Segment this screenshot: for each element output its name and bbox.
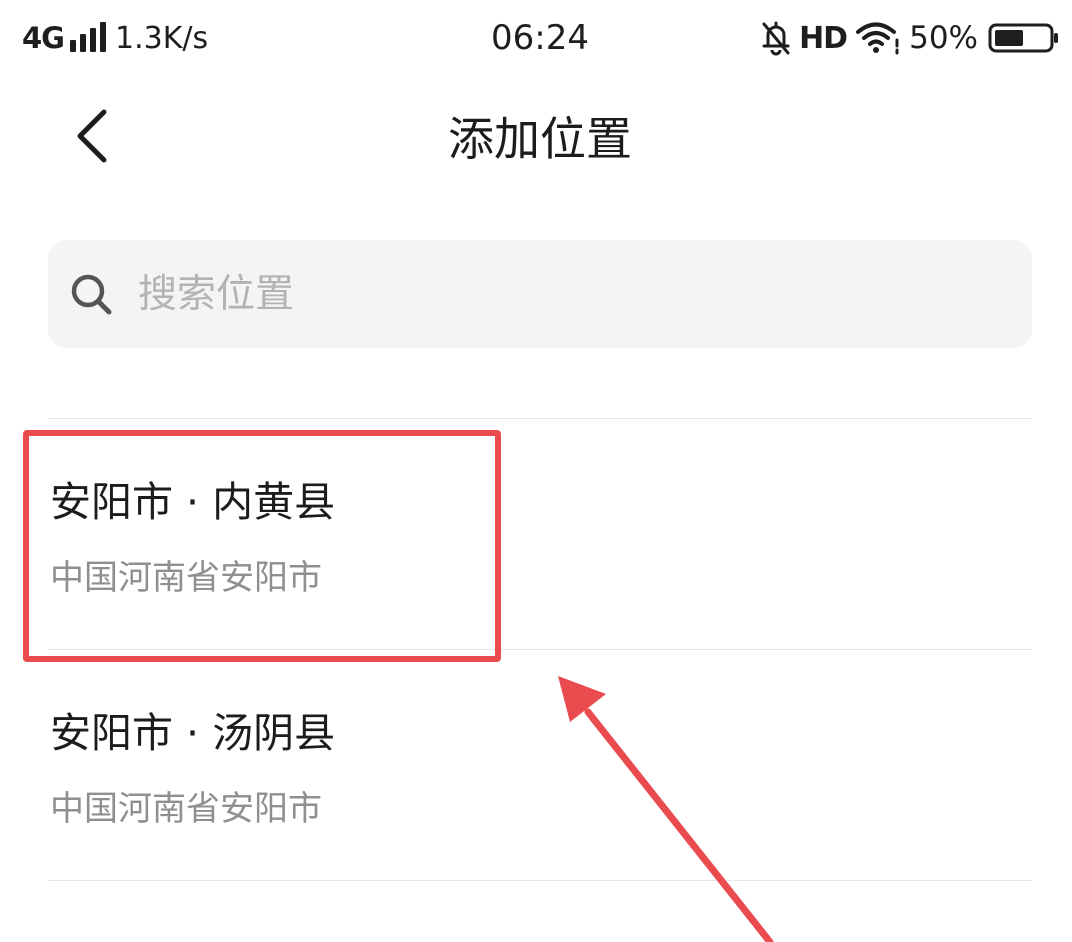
battery-icon (988, 22, 1060, 54)
divider (48, 880, 1032, 881)
search-bar[interactable] (48, 240, 1032, 348)
location-item[interactable]: 安阳市 · 汤阴县 中国河南省安阳市 (48, 650, 1032, 880)
search-input[interactable] (136, 263, 1000, 325)
status-right: HD 50% (759, 18, 1060, 58)
header: 添加位置 (0, 92, 1072, 188)
location-address: 中国河南省安阳市 (50, 789, 322, 829)
location-name: 安阳市 · 汤阴县 (50, 709, 336, 757)
location-address: 中国河南省安阳市 (50, 558, 322, 598)
location-item[interactable]: 安阳市 · 内黄县 中国河南省安阳市 (48, 419, 1032, 649)
page-title: 添加位置 (448, 112, 632, 166)
bell-off-icon (759, 20, 793, 56)
location-name: 安阳市 · 内黄县 (50, 478, 336, 526)
search-icon (68, 271, 114, 317)
battery-level: 50% (909, 20, 978, 56)
status-bar: 4G 1.3K/s 06:24 HD 50% (0, 0, 1072, 76)
hd-indicator: HD (799, 20, 848, 56)
wifi-icon (855, 21, 901, 55)
